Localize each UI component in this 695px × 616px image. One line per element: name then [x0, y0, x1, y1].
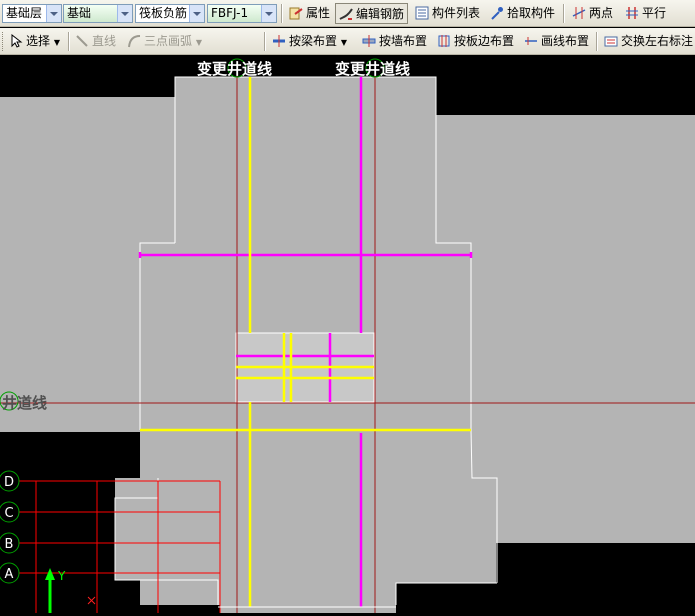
main-toolbar: 基础层 基础 筏板负筋 FBFJ-1 属性 编辑钢筋 构件列表 拾取构件 两点 … [0, 0, 695, 27]
draw-line-icon [525, 37, 537, 45]
toolbar-separator [281, 4, 283, 23]
chevron-down-icon: ▼ [53, 38, 60, 47]
line-button[interactable]: 直线 [72, 31, 119, 52]
parallel-label: 平行 [642, 6, 667, 20]
select-label: 选择 [26, 34, 51, 48]
slab-fill-lower-mid [145, 432, 220, 580]
ucs-y-label: Y [57, 569, 66, 583]
parallel-button[interactable]: 平行 [622, 3, 669, 24]
swap-icon [604, 36, 618, 47]
axis-label-left: 井道线 [2, 394, 47, 412]
two-points-button[interactable]: 两点 [569, 3, 616, 24]
place-by-slab-edge-button[interactable]: 按板边布置 [434, 31, 517, 52]
floor-layer-value: 基础层 [6, 6, 43, 20]
toolbar-separator [264, 32, 266, 51]
chevron-down-icon [117, 5, 132, 22]
eyedropper-icon [491, 7, 503, 20]
list-icon [415, 6, 429, 20]
drawing-svg: 变更井道线 变更井道线 井道线 D C B A Y [0, 58, 695, 613]
place-by-beam-label: 按梁布置 [289, 34, 338, 48]
select-button[interactable]: 选择 ▼ [6, 31, 63, 52]
chevron-down-icon: ▼ [340, 38, 347, 47]
axis-bubble-b: B [0, 532, 20, 554]
wall-place-icon [362, 35, 376, 47]
component-name-value: FBFJ-1 [211, 6, 249, 20]
slab-edge-icon [438, 35, 450, 47]
pick-component-label: 拾取构件 [507, 6, 556, 20]
axis-bubble-d-label: D [4, 475, 14, 490]
draw-toolbar: 选择 ▼ 直线 三点画弧 ▼ 按梁布置 ▼ 按墙布置 按板边布置 画线布置 交换… [0, 28, 695, 55]
axis-label-top-right: 变更井道线 [335, 60, 410, 78]
chevron-down-icon [261, 5, 276, 22]
component-list-button[interactable]: 构件列表 [412, 3, 483, 24]
axis-bubble-a-label: A [5, 567, 14, 582]
toolbar-separator [596, 32, 598, 51]
chevron-down-icon [189, 5, 204, 22]
drawing-canvas[interactable]: 变更井道线 变更井道线 井道线 D C B A Y [0, 56, 695, 613]
axis-bubble-c-label: C [4, 506, 13, 521]
axis-bubble-d: D [0, 470, 20, 492]
properties-label: 属性 [306, 6, 331, 20]
component-type-select[interactable]: 基础 [63, 4, 133, 23]
place-by-wall-button[interactable]: 按墙布置 [359, 31, 430, 52]
axis-bubble-b-label: B [5, 537, 14, 552]
arc-label: 三点画弧 [144, 34, 193, 48]
slab-fill-lower-left [115, 478, 145, 580]
beam-place-icon [273, 35, 285, 47]
component-list-label: 构件列表 [432, 6, 481, 20]
toolbar-separator [68, 32, 70, 51]
axis-bubble-a: A [0, 562, 20, 584]
component-name-select[interactable]: FBFJ-1 [207, 4, 277, 23]
toolbar-separator [563, 4, 565, 23]
draw-line-label: 画线布置 [541, 34, 590, 48]
floor-layer-select[interactable]: 基础层 [2, 4, 62, 23]
swap-label: 交换左右标注 [621, 34, 694, 48]
edit-rebar-label: 编辑钢筋 [356, 7, 405, 21]
edit-rebar-button[interactable]: 编辑钢筋 [335, 3, 409, 24]
two-points-icon [572, 7, 586, 19]
arc-icon [128, 35, 141, 48]
line-icon [76, 35, 88, 47]
component-type-value: 基础 [67, 6, 92, 20]
place-by-beam-button[interactable]: 按梁布置 ▼ [269, 31, 350, 52]
line-label: 直线 [92, 34, 117, 48]
place-by-wall-label: 按墙布置 [379, 34, 428, 48]
chevron-down-icon: ▼ [195, 38, 202, 47]
draw-line-place-button[interactable]: 画线布置 [521, 31, 592, 52]
pick-component-button[interactable]: 拾取构件 [487, 3, 558, 24]
properties-button[interactable]: 属性 [286, 3, 333, 24]
chevron-down-icon [46, 5, 61, 22]
swap-left-right-label-button[interactable]: 交换左右标注 [601, 31, 695, 52]
axis-label-top-left: 变更井道线 [197, 60, 272, 78]
parallel-icon [626, 7, 638, 19]
component-select[interactable]: 筏板负筋 [135, 4, 205, 23]
cursor-arrow-icon [11, 34, 23, 48]
two-points-label: 两点 [589, 6, 614, 20]
axis-bubble-c: C [0, 501, 20, 523]
component-value: 筏板负筋 [139, 6, 188, 20]
place-by-slab-edge-label: 按板边布置 [454, 34, 515, 48]
three-point-arc-button[interactable]: 三点画弧 ▼ [124, 31, 205, 52]
properties-icon [289, 7, 303, 20]
edit-rebar-icon [339, 8, 353, 20]
